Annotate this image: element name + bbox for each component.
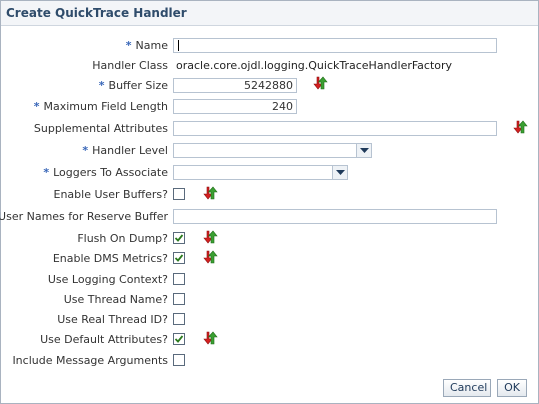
user-names-reserve-buffer-input[interactable]	[173, 209, 497, 224]
use-real-thread-id-checkbox[interactable]	[173, 313, 185, 325]
restore-default-icon[interactable]	[202, 249, 218, 265]
handler-level-select[interactable]	[173, 143, 372, 158]
check-icon	[174, 234, 184, 242]
max-field-length-label: * Maximum Field Length	[33, 100, 168, 113]
handler-level-label: * Handler Level	[82, 144, 168, 157]
use-logging-context-label: Use Logging Context?	[47, 273, 168, 286]
include-message-arguments-label: Include Message Arguments	[12, 354, 168, 367]
chevron-down-icon[interactable]	[356, 144, 371, 157]
max-field-length-input[interactable]: 240	[173, 99, 297, 114]
create-quicktrace-handler-dialog: Create QuickTrace Handler * Name Handler …	[0, 0, 539, 404]
loggers-to-associate-label: * Loggers To Associate	[43, 166, 168, 179]
check-icon	[174, 254, 184, 262]
dialog-titlebar: Create QuickTrace Handler	[1, 1, 538, 26]
required-marker: *	[125, 39, 132, 52]
restore-default-icon[interactable]	[202, 330, 218, 346]
enable-user-buffers-checkbox[interactable]	[173, 188, 185, 200]
use-thread-name-checkbox[interactable]	[173, 293, 185, 305]
flush-on-dump-checkbox[interactable]	[173, 232, 185, 244]
user-names-reserve-buffer-label: User Names for Reserve Buffer	[0, 210, 168, 223]
use-logging-context-checkbox[interactable]	[173, 273, 185, 285]
flush-on-dump-label: Flush On Dump?	[77, 232, 168, 245]
name-label: * Name	[125, 39, 168, 52]
restore-default-icon[interactable]	[202, 229, 218, 245]
handler-class-label: Handler Class	[92, 59, 168, 72]
supplemental-attributes-input[interactable]	[173, 121, 497, 136]
name-input[interactable]	[173, 38, 497, 53]
use-default-attributes-label: Use Default Attributes?	[40, 333, 168, 346]
restore-default-icon[interactable]	[202, 185, 218, 201]
dialog-footer: Cancel OK	[1, 376, 538, 403]
use-real-thread-id-label: Use Real Thread ID?	[57, 313, 168, 326]
loggers-to-associate-select[interactable]	[173, 165, 348, 180]
enable-dms-metrics-label: Enable DMS Metrics?	[52, 252, 168, 265]
enable-dms-metrics-checkbox[interactable]	[173, 252, 185, 264]
restore-default-icon[interactable]	[512, 119, 528, 135]
use-default-attributes-checkbox[interactable]	[173, 333, 185, 345]
dialog-title: Create QuickTrace Handler	[6, 6, 187, 20]
use-thread-name-label: Use Thread Name?	[63, 293, 168, 306]
include-message-arguments-checkbox[interactable]	[173, 354, 185, 366]
handler-class-value: oracle.core.ojdl.logging.QuickTraceHandl…	[176, 59, 453, 72]
restore-default-icon[interactable]	[312, 75, 328, 91]
check-icon	[174, 335, 184, 343]
buffer-size-label: * Buffer Size	[98, 79, 168, 92]
enable-user-buffers-label: Enable User Buffers?	[53, 188, 169, 201]
ok-button[interactable]: OK	[497, 379, 527, 397]
buffer-size-input[interactable]: 5242880	[173, 78, 297, 93]
cancel-button[interactable]: Cancel	[443, 379, 491, 397]
chevron-down-icon[interactable]	[332, 166, 347, 179]
supplemental-attributes-label: Supplemental Attributes	[33, 122, 168, 135]
